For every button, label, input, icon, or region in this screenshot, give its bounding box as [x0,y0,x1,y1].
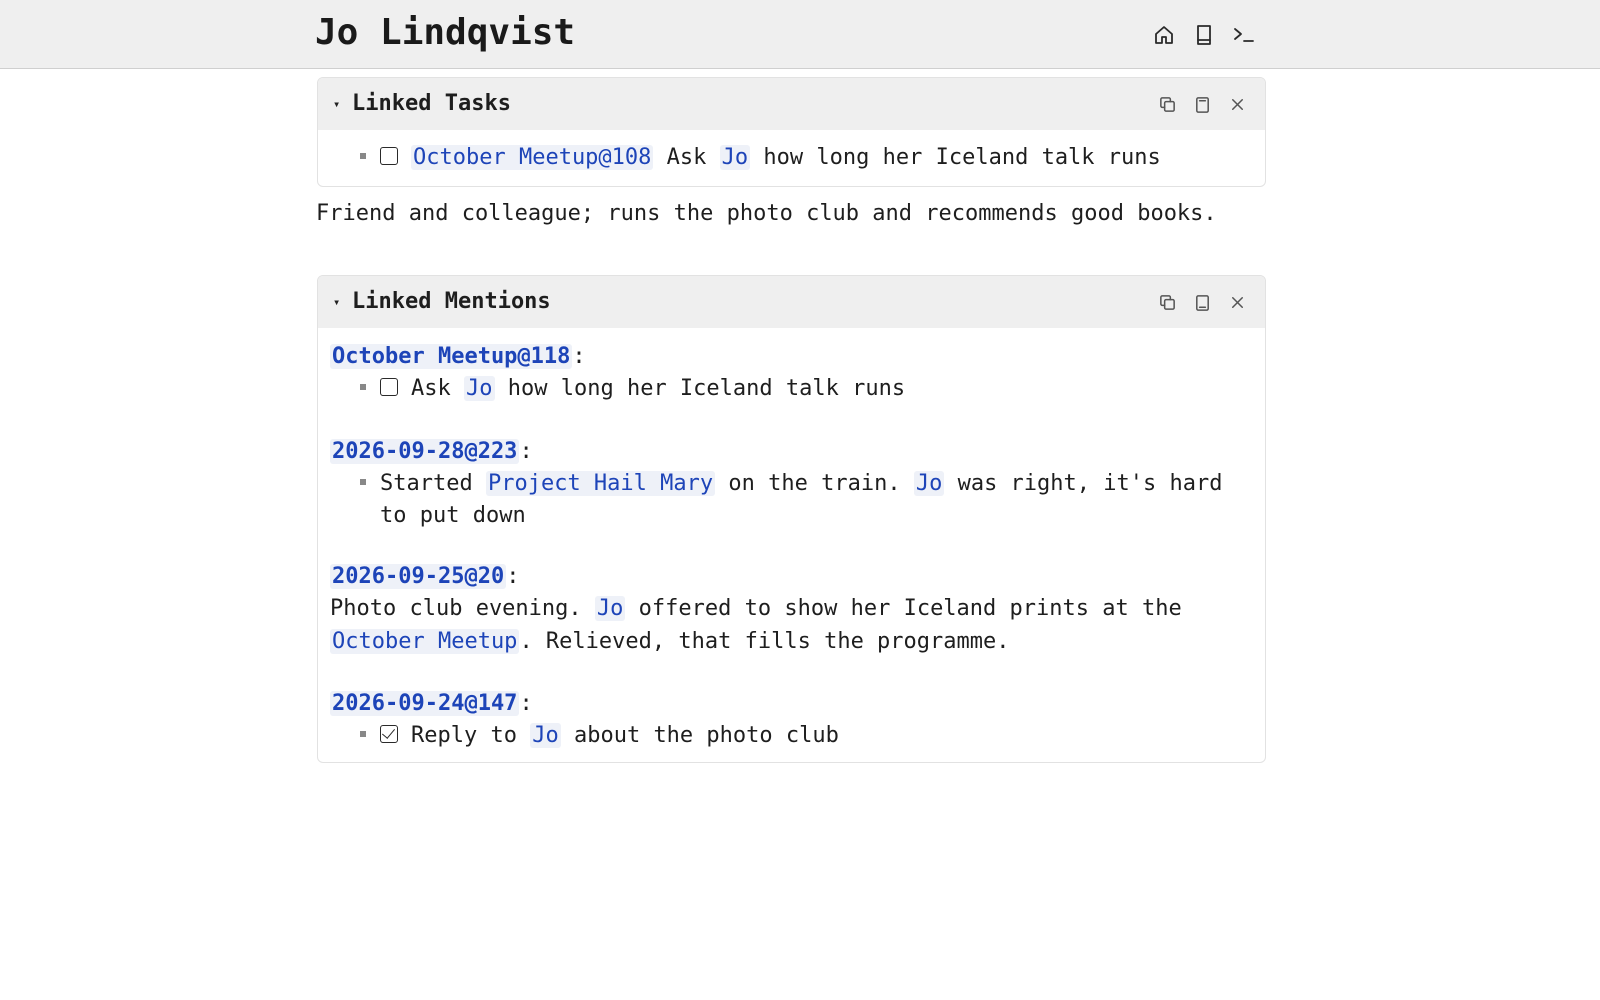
colon: : [572,344,586,369]
colon: : [519,691,533,716]
bullet [360,479,366,485]
linked-mentions-title: Linked Mentions [352,289,551,314]
copy-button[interactable] [1156,93,1179,116]
linked-mentions-header: ▾ Linked Mentions [318,276,1265,328]
person-link[interactable]: Jo [464,376,495,401]
person-link[interactable]: Jo [530,723,561,748]
linked-tasks-title: Linked Tasks [352,91,511,116]
mention-text: on the train. [728,471,901,496]
close-icon [1231,296,1244,309]
mention-text: . Relieved, that fills the programme. [519,629,1010,654]
book-link[interactable]: Project Hail Mary [485,471,716,496]
event-link[interactable]: October Meetup [330,629,520,654]
mention-paragraph-line: October Meetup. Relieved, that fills the… [330,626,1010,658]
mention-text: Reply to [411,723,517,748]
person-link[interactable]: Jo [913,471,945,496]
person-link[interactable]: Jo [719,145,751,170]
clipboard-button[interactable] [1191,93,1214,116]
mention-heading: October Meetup@118: [330,341,586,373]
task-source-link[interactable]: October Meetup@108 [411,145,654,170]
mention-source-link[interactable]: 2026-09-25@20 [330,564,507,589]
panel-actions [1156,93,1249,116]
top-bar: Jo Lindqvist [0,0,1600,69]
copy-button[interactable] [1156,291,1179,314]
mention-paragraph-line: Photo club evening. Jo offered to show h… [330,593,1182,625]
mention-text: Started [380,471,473,496]
task-text: how long her Iceland talk runs [763,145,1161,170]
collapse-toggle[interactable]: ▾ [333,97,340,111]
linked-tasks-panel: ▾ Linked Tasks October Meetup@108 Ask Jo… [317,77,1266,187]
book-button[interactable] [1190,20,1218,50]
mention-heading: 2026-09-28@223: [330,436,533,468]
colon: : [519,439,533,464]
bullet [360,731,366,737]
bullet [360,153,366,159]
panel-actions [1156,291,1249,314]
mention-text: to put down [380,503,526,528]
close-button[interactable] [1226,291,1249,314]
mention-task-row: Ask Jo how long her Iceland talk runs [360,373,905,405]
mention-text: offered to show her Iceland prints at th… [638,596,1182,621]
mention-source-link[interactable]: 2026-09-24@147 [330,691,520,716]
tablet-icon [1196,295,1209,311]
task-text: Ask [666,145,707,170]
page-description: Friend and colleague; runs the photo clu… [316,201,1217,226]
home-icon [1155,26,1173,44]
collapse-toggle[interactable]: ▾ [333,295,340,309]
person-link[interactable]: Jo [594,596,626,621]
mention-text: Ask [411,376,451,401]
home-button[interactable] [1150,20,1178,50]
terminal-button[interactable] [1230,20,1258,50]
mention-heading: 2026-09-25@20: [330,561,519,593]
copy-icon [1160,97,1175,112]
clipboard-icon [1196,97,1209,113]
book-icon [1197,25,1211,45]
linked-tasks-header: ▾ Linked Tasks [318,78,1265,130]
task-checkbox[interactable] [380,147,398,165]
mention-heading: 2026-09-24@147: [330,688,533,720]
bullet [360,384,366,390]
copy-icon [1160,295,1175,310]
close-button[interactable] [1226,93,1249,116]
page-title: Jo Lindqvist [315,12,576,53]
linked-mentions-panel: ▾ Linked Mentions October Meetup@118: As… [317,275,1266,763]
mention-text: about the photo club [573,723,839,748]
top-nav [1150,20,1258,50]
task-checkbox[interactable] [380,378,398,396]
mention-source-link[interactable]: October Meetup@118 [330,344,573,369]
task-row: October Meetup@108 Ask Jo how long her I… [360,142,1161,174]
close-icon [1231,98,1244,111]
mention-bullet-row: Started Project Hail Mary on the train. … [360,468,1222,500]
mention-bullet-continuation: to put down [380,500,526,532]
tablet-button[interactable] [1191,291,1214,314]
mention-text: how long her Iceland talk runs [507,376,906,401]
task-checkbox-checked[interactable] [380,725,398,743]
mention-text: was right, it's hard [957,471,1223,496]
mention-text: Photo club evening. [330,596,582,621]
mention-source-link[interactable]: 2026-09-28@223 [330,439,520,464]
colon: : [506,564,520,589]
mention-task-row: Reply to Jo about the photo club [360,720,839,752]
terminal-icon [1234,28,1254,42]
